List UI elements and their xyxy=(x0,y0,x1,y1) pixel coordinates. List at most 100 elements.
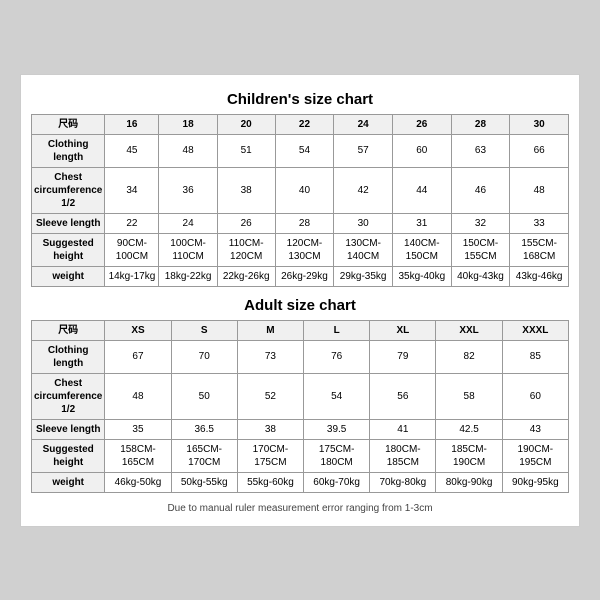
footer-note: Due to manual ruler measurement error ra… xyxy=(31,503,569,514)
adult-cell-2-0: 35 xyxy=(105,419,171,439)
children-cell-2-5: 31 xyxy=(392,213,451,233)
children-cell-0-5: 60 xyxy=(392,134,451,167)
children-cell-0-3: 54 xyxy=(275,134,334,167)
children-col-header-0: 尺码 xyxy=(32,114,105,134)
children-cell-0-1: 48 xyxy=(159,134,217,167)
children-cell-0-2: 51 xyxy=(217,134,275,167)
adult-cell-1-4: 56 xyxy=(370,373,436,419)
adult-cell-1-5: 58 xyxy=(436,373,502,419)
adult-cell-3-0: 158CM-165CM xyxy=(105,439,171,472)
children-cell-2-0: 22 xyxy=(105,213,159,233)
children-col-header-1: 16 xyxy=(105,114,159,134)
adult-col-header-7: XXXL xyxy=(502,320,568,340)
children-header-row: 尺码 16 18 20 22 24 26 28 30 xyxy=(32,114,569,134)
adult-cell-3-1: 165CM-170CM xyxy=(171,439,237,472)
adult-cell-3-3: 175CM-180CM xyxy=(304,439,370,472)
children-row-label-1: Chest circumference 1/2 xyxy=(32,167,105,213)
children-row-label-3: Suggested height xyxy=(32,233,105,266)
adult-cell-1-2: 52 xyxy=(237,373,303,419)
children-cell-3-2: 110CM-120CM xyxy=(217,233,275,266)
children-cell-0-6: 63 xyxy=(451,134,510,167)
adult-cell-4-5: 80kg-90kg xyxy=(436,472,502,492)
adult-cell-3-2: 170CM-175CM xyxy=(237,439,303,472)
table-row: weight46kg-50kg50kg-55kg55kg-60kg60kg-70… xyxy=(32,472,569,492)
adult-cell-3-6: 190CM-195CM xyxy=(502,439,568,472)
children-row-label-2: Sleeve length xyxy=(32,213,105,233)
children-chart-title: Children's size chart xyxy=(31,91,569,108)
adult-col-header-0: 尺码 xyxy=(32,320,105,340)
adult-row-label-0: Clothing length xyxy=(32,340,105,373)
adult-cell-4-3: 60kg-70kg xyxy=(304,472,370,492)
children-cell-2-7: 33 xyxy=(510,213,569,233)
table-row: Suggested height90CM-100CM100CM-110CM110… xyxy=(32,233,569,266)
adult-col-header-6: XXL xyxy=(436,320,502,340)
children-cell-1-0: 34 xyxy=(105,167,159,213)
children-cell-0-4: 57 xyxy=(334,134,393,167)
adult-col-header-3: M xyxy=(237,320,303,340)
children-cell-2-2: 26 xyxy=(217,213,275,233)
adult-cell-4-1: 50kg-55kg xyxy=(171,472,237,492)
adult-cell-2-2: 38 xyxy=(237,419,303,439)
adult-col-header-1: XS xyxy=(105,320,171,340)
adult-cell-4-0: 46kg-50kg xyxy=(105,472,171,492)
children-cell-0-7: 66 xyxy=(510,134,569,167)
adult-cell-3-4: 180CM-185CM xyxy=(370,439,436,472)
children-cell-2-3: 28 xyxy=(275,213,334,233)
children-cell-3-5: 140CM-150CM xyxy=(392,233,451,266)
adult-cell-0-6: 85 xyxy=(502,340,568,373)
children-cell-1-1: 36 xyxy=(159,167,217,213)
adult-cell-1-6: 60 xyxy=(502,373,568,419)
adult-col-header-2: S xyxy=(171,320,237,340)
children-cell-2-6: 32 xyxy=(451,213,510,233)
table-row: Chest circumference 1/248505254565860 xyxy=(32,373,569,419)
children-cell-4-4: 29kg-35kg xyxy=(334,266,393,286)
table-row: Clothing length67707376798285 xyxy=(32,340,569,373)
adult-cell-2-3: 39.5 xyxy=(304,419,370,439)
children-col-header-8: 30 xyxy=(510,114,569,134)
children-cell-1-2: 38 xyxy=(217,167,275,213)
table-row: Sleeve length3536.53839.54142.543 xyxy=(32,419,569,439)
children-cell-4-1: 18kg-22kg xyxy=(159,266,217,286)
adult-cell-2-5: 42.5 xyxy=(436,419,502,439)
children-cell-1-3: 40 xyxy=(275,167,334,213)
adult-cell-1-0: 48 xyxy=(105,373,171,419)
size-chart-card: Children's size chart 尺码 16 18 20 22 24 … xyxy=(20,74,580,527)
adult-cell-2-6: 43 xyxy=(502,419,568,439)
children-col-header-5: 24 xyxy=(334,114,393,134)
adult-section: Adult size chart 尺码 XS S M L XL XXL XXXL… xyxy=(31,297,569,493)
children-cell-4-0: 14kg-17kg xyxy=(105,266,159,286)
children-cell-4-5: 35kg-40kg xyxy=(392,266,451,286)
children-col-header-6: 26 xyxy=(392,114,451,134)
adult-row-label-4: weight xyxy=(32,472,105,492)
adult-cell-0-0: 67 xyxy=(105,340,171,373)
adult-cell-0-4: 79 xyxy=(370,340,436,373)
children-cell-4-2: 22kg-26kg xyxy=(217,266,275,286)
adult-cell-4-4: 70kg-80kg xyxy=(370,472,436,492)
children-col-header-4: 22 xyxy=(275,114,334,134)
adult-cell-3-5: 185CM-190CM xyxy=(436,439,502,472)
children-cell-3-6: 150CM-155CM xyxy=(451,233,510,266)
adult-row-label-2: Sleeve length xyxy=(32,419,105,439)
adult-cell-1-3: 54 xyxy=(304,373,370,419)
children-cell-3-1: 100CM-110CM xyxy=(159,233,217,266)
table-row: weight14kg-17kg18kg-22kg22kg-26kg26kg-29… xyxy=(32,266,569,286)
children-chart-table: 尺码 16 18 20 22 24 26 28 30 Clothing leng… xyxy=(31,114,569,287)
children-cell-1-6: 46 xyxy=(451,167,510,213)
adult-cell-4-6: 90kg-95kg xyxy=(502,472,568,492)
table-row: Suggested height158CM-165CM165CM-170CM17… xyxy=(32,439,569,472)
adult-cell-1-1: 50 xyxy=(171,373,237,419)
children-row-label-0: Clothing length xyxy=(32,134,105,167)
children-section: Children's size chart 尺码 16 18 20 22 24 … xyxy=(31,91,569,287)
children-cell-4-3: 26kg-29kg xyxy=(275,266,334,286)
children-cell-3-4: 130CM-140CM xyxy=(334,233,393,266)
children-cell-1-4: 42 xyxy=(334,167,393,213)
adult-col-header-4: L xyxy=(304,320,370,340)
adult-cell-4-2: 55kg-60kg xyxy=(237,472,303,492)
table-row: Clothing length4548515457606366 xyxy=(32,134,569,167)
children-col-header-2: 18 xyxy=(159,114,217,134)
adult-chart-table: 尺码 XS S M L XL XXL XXXL Clothing length6… xyxy=(31,320,569,493)
adult-header-row: 尺码 XS S M L XL XXL XXXL xyxy=(32,320,569,340)
children-cell-4-6: 40kg-43kg xyxy=(451,266,510,286)
adult-col-header-5: XL xyxy=(370,320,436,340)
table-row: Sleeve length2224262830313233 xyxy=(32,213,569,233)
